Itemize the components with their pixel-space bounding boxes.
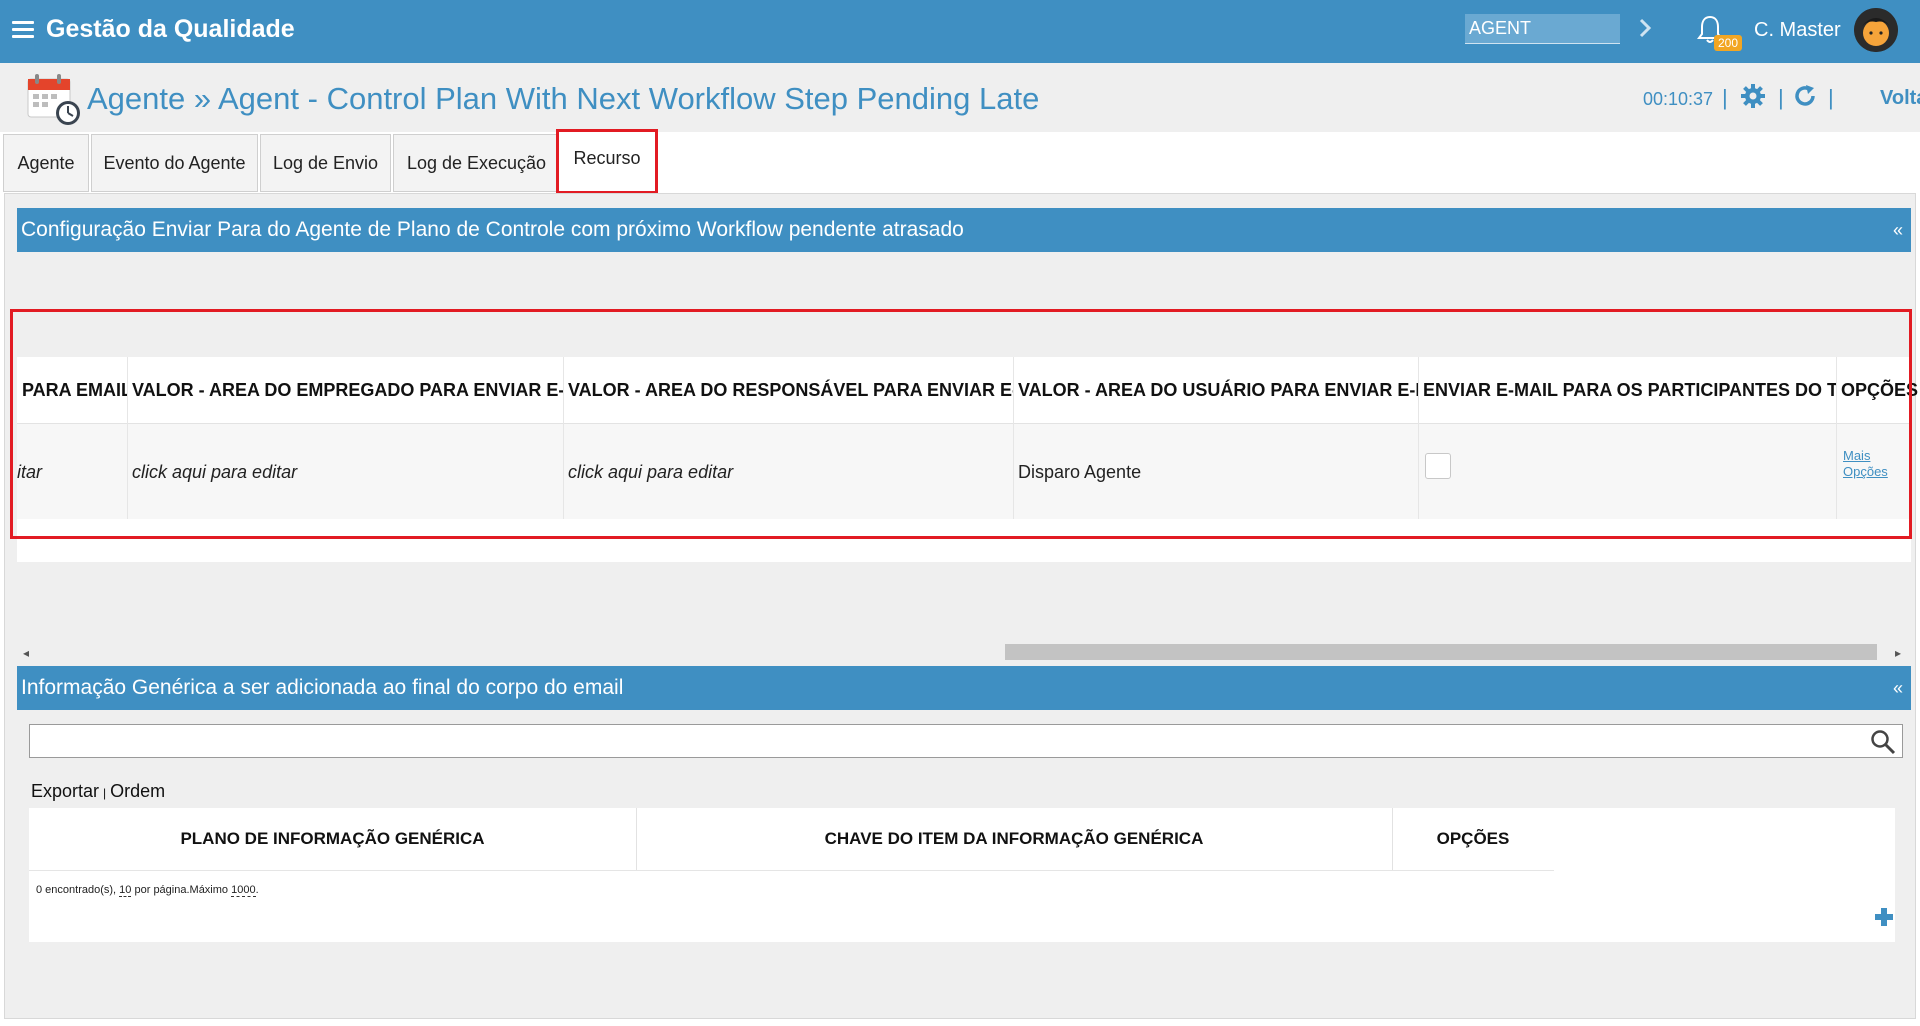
menu-icon[interactable]	[12, 21, 34, 39]
scroll-left-icon[interactable]: ◂	[23, 646, 29, 660]
tab-agente[interactable]: Agente	[3, 134, 89, 192]
top-bar: Gestão da Qualidade 200 C. Master	[0, 0, 1920, 63]
collapse-icon[interactable]: «	[1893, 208, 1903, 252]
avatar[interactable]	[1854, 8, 1898, 52]
scroll-right-icon[interactable]: ▸	[1895, 646, 1901, 660]
row-divider	[29, 870, 1554, 871]
pagination-info: 0 encontrado(s), 10 por página.Máximo 10…	[36, 884, 259, 897]
search-icon[interactable]	[1870, 729, 1896, 755]
column-header[interactable]: OPÇÕES	[1392, 808, 1554, 870]
tab-log-de-execucao[interactable]: Log de Execução	[393, 134, 560, 192]
separator: |	[1722, 85, 1728, 110]
chevron-right-icon[interactable]	[1636, 14, 1656, 42]
highlight-box	[10, 309, 1912, 539]
add-icon[interactable]	[1873, 906, 1895, 928]
gear-icon[interactable]	[1740, 83, 1766, 109]
agent-search-input[interactable]	[1465, 14, 1620, 44]
found-count: 0 encontrado(s),	[36, 884, 117, 896]
table-toolbar: Exportar | Ordem	[31, 781, 165, 802]
page-header: Agente » Agent - Control Plan With Next …	[0, 63, 1920, 132]
max-select[interactable]: 1000	[231, 884, 256, 897]
collapse-icon[interactable]: «	[1893, 666, 1903, 710]
tab-recurso[interactable]: Recurso	[556, 129, 658, 194]
session-timer: 00:10:37	[1643, 89, 1714, 109]
user-name[interactable]: C. Master	[1754, 19, 1841, 42]
horizontal-scrollbar[interactable]	[1005, 644, 1877, 660]
per-page-label: por página.Máximo	[134, 884, 229, 896]
app-title: Gestão da Qualidade	[46, 15, 295, 43]
search-input[interactable]	[29, 724, 1903, 758]
separator: |	[1828, 85, 1834, 110]
tab-evento-do-agente[interactable]: Evento do Agente	[91, 134, 258, 192]
refresh-icon[interactable]	[1792, 83, 1818, 109]
column-header[interactable]: CHAVE DO ITEM DA INFORMAÇÃO GENÉRICA	[636, 808, 1392, 870]
per-page-select[interactable]: 10	[119, 884, 132, 897]
page-title: Agente » Agent - Control Plan With Next …	[87, 81, 1040, 116]
section-title: Informação Genérica a ser adicionada ao …	[21, 676, 624, 699]
export-link[interactable]: Exportar	[31, 781, 99, 801]
section-header-generic-info[interactable]: Informação Genérica a ser adicionada ao …	[17, 666, 1911, 710]
generic-info-table: PLANO DE INFORMAÇÃO GENÉRICA CHAVE DO IT…	[29, 808, 1895, 942]
calendar-clock-icon	[27, 74, 80, 125]
separator: |	[1778, 85, 1784, 110]
tab-log-de-envio[interactable]: Log de Envio	[260, 134, 391, 192]
notification-badge: 200	[1714, 35, 1743, 51]
separator: |	[103, 786, 107, 800]
section-header-send-to[interactable]: Configuração Enviar Para do Agente de Pl…	[17, 208, 1911, 252]
order-link[interactable]: Ordem	[110, 781, 165, 801]
column-header[interactable]: PLANO DE INFORMAÇÃO GENÉRICA	[29, 808, 636, 870]
back-link[interactable]: Voltar	[1880, 87, 1920, 110]
section-title: Configuração Enviar Para do Agente de Pl…	[21, 218, 964, 241]
footer-end: .	[255, 884, 259, 896]
